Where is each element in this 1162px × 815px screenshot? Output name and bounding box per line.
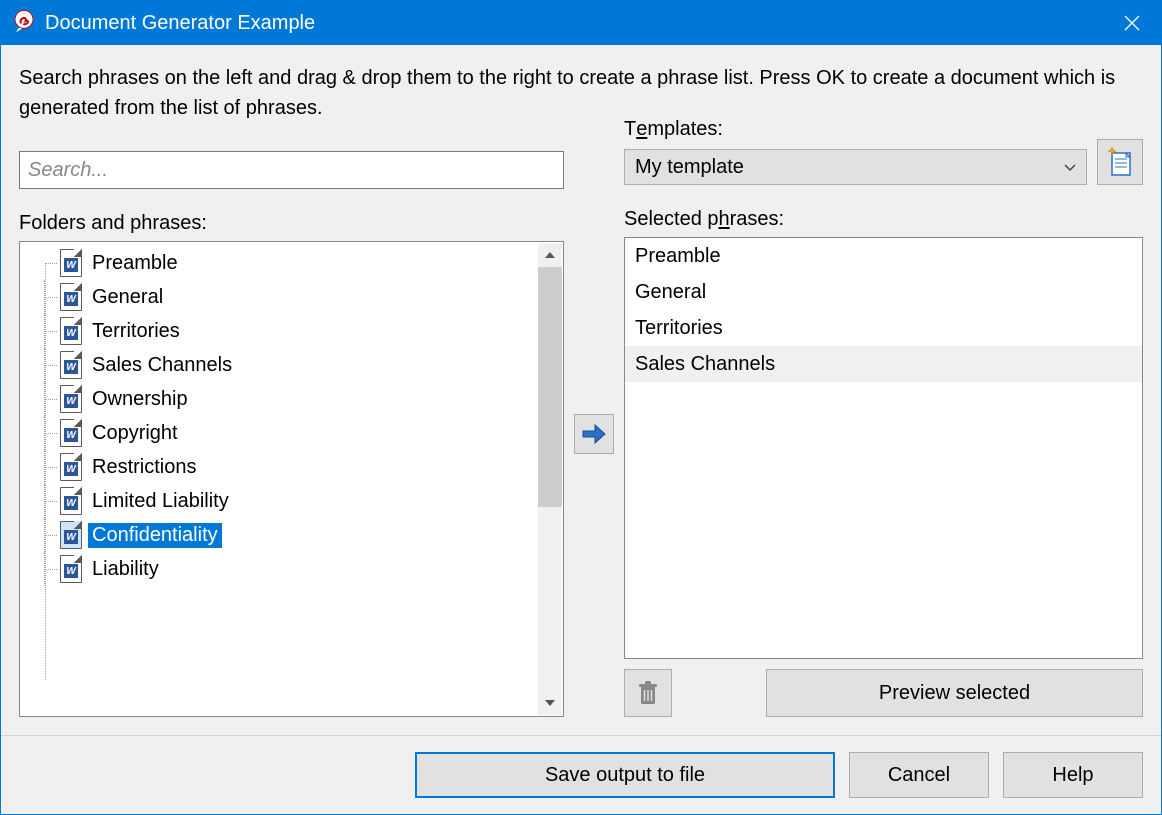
tree-item-label: Copyright [88,421,182,446]
selected-phrases-list[interactable]: PreambleGeneralTerritoriesSales Channels [624,237,1143,659]
tree-item-label: Preamble [88,251,182,276]
help-button[interactable]: Help [1003,752,1143,798]
folders-label: Folders and phrases: [19,207,564,235]
templates-dropdown[interactable]: My template [624,149,1087,185]
tree-item-label: Territories [88,319,184,344]
titlebar[interactable]: Document Generator Example [1,1,1161,45]
cancel-button[interactable]: Cancel [849,752,989,798]
scroll-thumb[interactable] [538,267,562,507]
left-panel: Folders and phrases: WPreambleWGeneralWT… [19,151,564,717]
tree-item[interactable]: WRestrictions [44,450,563,484]
document-icon: W [60,283,82,311]
search-input[interactable] [19,151,564,189]
document-icon: W [60,419,82,447]
tree-item-label: General [88,285,167,310]
tree-item-label: Ownership [88,387,192,412]
tree-item[interactable]: WSales Channels [44,348,563,382]
tree-item[interactable]: WLiability [44,552,563,586]
document-icon: W [60,385,82,413]
document-icon: W [60,453,82,481]
templates-selected-value: My template [635,156,744,179]
add-phrase-button[interactable] [574,414,614,454]
list-item[interactable]: Preamble [625,238,1142,274]
delete-phrase-button[interactable] [624,669,672,717]
tree-item[interactable]: WGeneral [44,280,563,314]
document-icon: W [60,555,82,583]
tree-item-label: Liability [88,557,163,582]
dialog-window: Document Generator Example Search phrase… [0,0,1162,815]
tree-item-label: Limited Liability [88,489,233,514]
document-icon: W [60,317,82,345]
tree-item[interactable]: WCopyright [44,416,563,450]
scrollbar[interactable] [538,243,562,715]
new-template-button[interactable] [1097,139,1143,185]
folders-tree[interactable]: WPreambleWGeneralWTerritoriesWSales Chan… [19,241,564,717]
templates-label: Templates: [624,113,1143,141]
tree-item[interactable]: WTerritories [44,314,563,348]
document-icon: W [60,351,82,379]
preview-selected-button[interactable]: Preview selected [766,669,1143,717]
scroll-down-button[interactable] [538,691,562,715]
scroll-up-button[interactable] [538,243,562,267]
list-item[interactable]: Sales Channels [625,346,1142,382]
list-item[interactable]: Territories [625,310,1142,346]
tree-item-label: Restrictions [88,455,200,480]
list-item[interactable]: General [625,274,1142,310]
close-button[interactable] [1103,1,1161,45]
dialog-body: Search phrases on the left and drag & dr… [1,45,1161,735]
window-title: Document Generator Example [45,12,1103,35]
tree-item-label: Sales Channels [88,353,236,378]
tree-item-label: Confidentiality [88,523,222,548]
app-icon [11,8,37,39]
tree-item[interactable]: WPreamble [44,246,563,280]
document-icon: W [60,487,82,515]
document-icon: W [60,521,82,549]
document-icon: W [60,249,82,277]
middle-panel [564,151,624,717]
tree-item[interactable]: WConfidentiality [44,518,563,552]
chevron-down-icon [1064,159,1076,175]
selected-phrases-label: Selected phrases: [624,203,1143,231]
dialog-footer: Save output to file Cancel Help [1,735,1161,814]
save-output-button[interactable]: Save output to file [415,752,835,798]
tree-item[interactable]: WLimited Liability [44,484,563,518]
tree-item[interactable]: WOwnership [44,382,563,416]
right-panel: Templates: My template [624,151,1143,717]
